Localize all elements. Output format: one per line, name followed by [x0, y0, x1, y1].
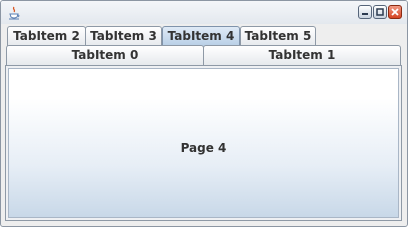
- tab-tabitem-3[interactable]: TabItem 3: [85, 26, 162, 46]
- page-label: Page 4: [180, 141, 227, 155]
- tab-tabitem-1[interactable]: TabItem 1: [203, 45, 401, 65]
- tabbed-pane: TabItem 2 TabItem 3 TabItem 4 TabItem 5 …: [4, 24, 404, 223]
- java-cup-icon: [7, 5, 21, 20]
- tab-tabitem-5[interactable]: TabItem 5: [240, 26, 316, 46]
- page-area: Page 4: [8, 68, 399, 218]
- title-bar[interactable]: [1, 1, 407, 24]
- close-button[interactable]: [388, 5, 402, 19]
- tab-tabitem-2[interactable]: TabItem 2: [7, 26, 86, 46]
- minimize-button[interactable]: [358, 5, 372, 19]
- tab-content-panel: Page 4: [5, 65, 402, 221]
- tab-tabitem-4[interactable]: TabItem 4: [162, 26, 240, 46]
- maximize-button[interactable]: [373, 5, 387, 19]
- application-window: TabItem 2 TabItem 3 TabItem 4 TabItem 5 …: [0, 0, 408, 227]
- tab-tabitem-0[interactable]: TabItem 0: [6, 45, 204, 65]
